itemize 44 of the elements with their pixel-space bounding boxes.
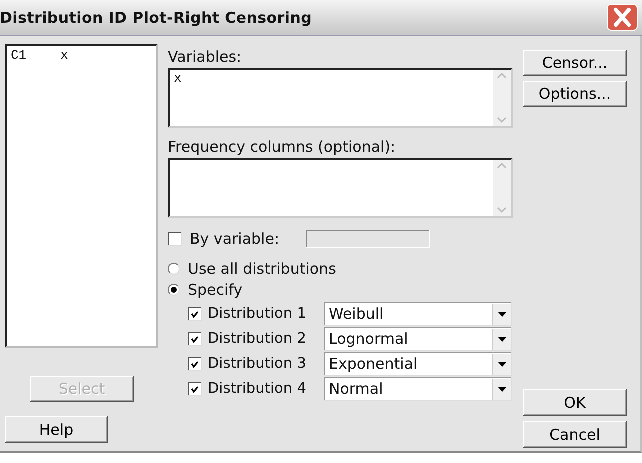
radio-label: Specify	[188, 281, 243, 299]
help-button[interactable]: Help	[5, 416, 108, 443]
cancel-button[interactable]: Cancel	[523, 421, 627, 448]
checkmark-icon	[190, 384, 200, 394]
scroll-down-icon	[497, 206, 507, 214]
checkbox[interactable]	[168, 232, 182, 246]
censor-button[interactable]: Censor...	[523, 50, 627, 76]
frequency-field[interactable]	[168, 158, 513, 218]
dropdown-arrow-icon	[498, 312, 506, 316]
column-name: x	[60, 48, 68, 63]
dropdown-arrow-icon	[498, 362, 506, 366]
column-id: C1	[11, 48, 27, 63]
scroll-up-icon	[497, 162, 507, 170]
distribution-label: Distribution 2	[208, 331, 308, 347]
scroll-up-icon	[497, 72, 507, 80]
frequency-label: Frequency columns (optional):	[168, 138, 397, 156]
distribution-dropdown[interactable]: Lognormal	[324, 327, 512, 351]
checkmark-icon	[190, 360, 200, 368]
distribution-dropdown[interactable]: Exponential	[324, 352, 512, 376]
close-icon[interactable]	[607, 4, 638, 31]
radio-button[interactable]	[168, 263, 180, 275]
variables-field[interactable]: x	[168, 68, 513, 128]
distribution-label: Distribution 3	[208, 356, 308, 372]
checkbox[interactable]	[188, 382, 202, 396]
checkbox[interactable]	[188, 332, 202, 346]
variables-label: Variables:	[168, 48, 243, 66]
distribution-label: Distribution 1	[208, 306, 308, 322]
checkmark-icon	[190, 310, 200, 318]
checkbox[interactable]	[188, 357, 202, 371]
dropdown-arrow-icon	[498, 336, 506, 342]
checkbox[interactable]	[188, 307, 202, 321]
radio-button[interactable]	[168, 284, 180, 296]
by-variable-label: By variable:	[190, 230, 280, 248]
distribution-label: Distribution 4	[208, 381, 308, 397]
window-title: Distribution ID Plot-Right Censoring	[0, 8, 312, 26]
checkmark-icon	[190, 334, 200, 344]
distribution-dropdown[interactable]: Weibull	[324, 302, 512, 326]
ok-button[interactable]: OK	[523, 389, 627, 416]
distribution-dropdown[interactable]: Normal	[324, 377, 512, 401]
column-list[interactable]: C1 x	[5, 44, 158, 348]
options-button[interactable]: Options...	[523, 81, 627, 107]
dropdown-arrow-icon	[498, 386, 506, 392]
scroll-down-icon	[497, 116, 507, 124]
radio-label: Use all distributions	[188, 260, 336, 278]
